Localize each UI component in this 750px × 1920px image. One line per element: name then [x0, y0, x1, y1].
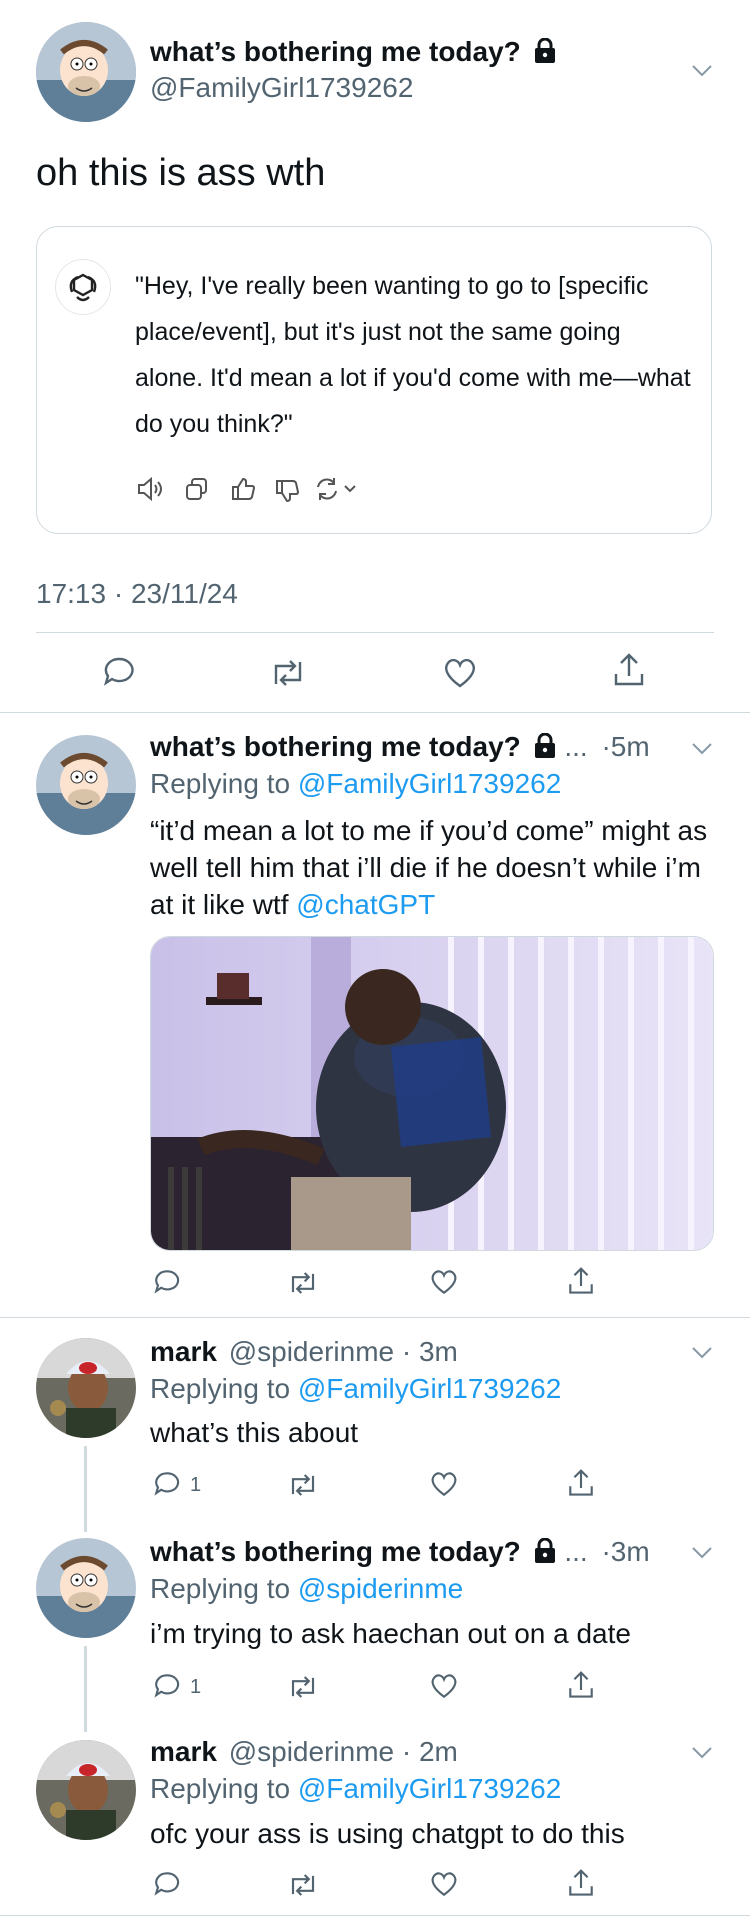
tweet-time[interactable]: ·5m	[601, 731, 649, 762]
speaker-icon	[138, 476, 162, 502]
share-icon[interactable]	[567, 1468, 595, 1498]
chevron-down-icon[interactable]	[691, 1346, 713, 1360]
retweet-icon[interactable]	[288, 1674, 318, 1700]
reply-icon[interactable]	[153, 1470, 181, 1498]
avatar[interactable]	[36, 735, 136, 835]
thread-line	[84, 1446, 87, 1532]
regenerate-icon	[317, 478, 356, 500]
tweet-text: oh this is ass wth	[36, 152, 326, 194]
mention-link[interactable]: @FamilyGirl1739262	[298, 768, 561, 799]
divider	[0, 1317, 750, 1318]
handle-time[interactable]: @spiderinme · 3m	[229, 1336, 458, 1367]
reply-text: what’s this about	[150, 1417, 359, 1448]
mention-link[interactable]: @FamilyGirl1739262	[298, 1373, 561, 1404]
avatar[interactable]	[36, 1338, 136, 1438]
mention-link[interactable]: @spiderinme	[298, 1573, 463, 1604]
thumbs-up-icon	[232, 477, 256, 500]
replying-to-label: Replying to	[150, 768, 291, 799]
chatgpt-action-bar	[135, 475, 395, 505]
reply-icon[interactable]	[153, 1672, 181, 1700]
reply-text: ofc your ass is using chatgpt to do this	[150, 1818, 625, 1849]
retweet-icon[interactable]	[288, 1270, 318, 1296]
share-icon[interactable]	[567, 1670, 595, 1700]
handle[interactable]: @FamilyGirl1739262	[150, 72, 413, 104]
chevron-down-icon[interactable]	[691, 1746, 713, 1760]
like-icon[interactable]	[429, 1268, 459, 1296]
ellipsis: ...	[564, 731, 588, 762]
share-icon[interactable]	[567, 1868, 595, 1898]
share-icon[interactable]	[612, 652, 646, 688]
chevron-down-icon[interactable]	[691, 742, 713, 756]
retweet-icon[interactable]	[288, 1472, 318, 1498]
replying-to-label: Replying to	[150, 1573, 291, 1604]
display-name[interactable]: mark	[150, 1736, 217, 1767]
like-icon[interactable]	[429, 1672, 459, 1700]
avatar[interactable]	[36, 22, 136, 122]
media-gif[interactable]	[150, 936, 714, 1251]
replying-to-label: Replying to	[150, 1773, 291, 1804]
chatgpt-logo-icon	[55, 259, 111, 315]
divider	[36, 632, 714, 633]
lock-icon	[534, 732, 555, 758]
share-icon[interactable]	[567, 1266, 595, 1296]
reply-count: 1	[190, 1474, 202, 1496]
mention-link[interactable]: @chatGPT	[296, 889, 435, 920]
retweet-icon[interactable]	[270, 658, 306, 688]
reply-icon[interactable]	[153, 1870, 181, 1898]
reply-count: 1	[190, 1676, 202, 1698]
reply-icon[interactable]	[102, 655, 136, 689]
avatar[interactable]	[36, 1740, 136, 1840]
chevron-down-icon[interactable]	[691, 1546, 713, 1560]
thumbs-down-icon	[276, 480, 300, 503]
embedded-image-card[interactable]: "Hey, I've really been wanting to go to …	[36, 226, 712, 534]
timestamp[interactable]: 17:13 · 23/11/24	[36, 578, 238, 610]
thread-line	[84, 1646, 87, 1732]
like-icon[interactable]	[429, 1870, 459, 1898]
handle-time[interactable]: @spiderinme · 2m	[229, 1736, 458, 1767]
retweet-icon[interactable]	[288, 1872, 318, 1898]
like-icon[interactable]	[442, 656, 478, 690]
copy-icon	[186, 478, 207, 500]
divider	[0, 1915, 750, 1916]
tweet-time[interactable]: ·3m	[601, 1536, 649, 1567]
chatgpt-message: "Hey, I've really been wanting to go to …	[135, 272, 691, 438]
display-name[interactable]: what’s bothering me today?	[150, 731, 521, 762]
like-icon[interactable]	[429, 1470, 459, 1498]
display-name[interactable]: what’s bothering me today?	[150, 36, 521, 67]
divider	[0, 712, 750, 713]
avatar[interactable]	[36, 1538, 136, 1638]
display-name[interactable]: what’s bothering me today?	[150, 1536, 521, 1567]
display-name[interactable]: mark	[150, 1336, 217, 1367]
reply-text: “it’d mean a lot to me if you’d come” mi…	[150, 812, 720, 923]
chevron-down-icon[interactable]	[691, 64, 713, 78]
lock-icon	[534, 37, 555, 63]
mention-link[interactable]: @FamilyGirl1739262	[298, 1773, 561, 1804]
ellipsis: ...	[564, 1536, 588, 1567]
reply-icon[interactable]	[153, 1268, 181, 1296]
lock-icon	[534, 1537, 555, 1563]
replying-to-label: Replying to	[150, 1373, 291, 1404]
reply-text: i’m trying to ask haechan out on a date	[150, 1618, 631, 1649]
